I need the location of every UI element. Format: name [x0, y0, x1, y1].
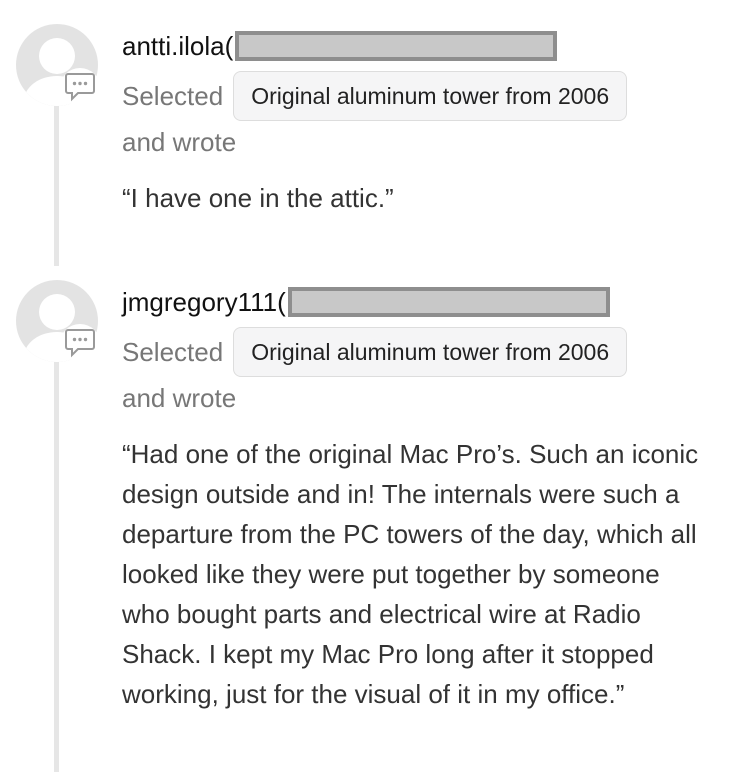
redacted-email	[287, 287, 610, 317]
timeline-line	[54, 106, 59, 266]
author-row: jmgregory111(	[122, 285, 610, 319]
wrote-label: and wrote	[122, 383, 237, 413]
selected-option-chip: Original aluminum tower from 2006	[233, 71, 628, 121]
author-name[interactable]: jmgregory111(	[122, 287, 286, 318]
comment-entry: jmgregory111( Selected Original aluminum…	[0, 256, 738, 772]
comment-icon	[60, 68, 100, 106]
selected-label: Selected	[122, 80, 224, 111]
selected-row: Selected Original aluminum tower from 20…	[122, 71, 628, 121]
author-name[interactable]: antti.ilola(	[122, 31, 233, 62]
timeline-line	[54, 362, 59, 772]
comment-quote: “I have one in the attic.”	[122, 183, 394, 213]
selected-option-chip: Original aluminum tower from 2006	[233, 327, 628, 377]
selected-label: Selected	[122, 336, 224, 367]
redacted-email	[235, 31, 558, 61]
comment-entry: antti.ilola( Selected Original aluminum …	[0, 0, 738, 270]
selected-row: Selected Original aluminum tower from 20…	[122, 327, 628, 377]
author-row: antti.ilola(	[122, 29, 558, 63]
wrote-label: and wrote	[122, 127, 237, 157]
comment-icon	[60, 324, 100, 362]
comment-quote: “Had one of the original Mac Pro’s. Such…	[122, 439, 699, 709]
